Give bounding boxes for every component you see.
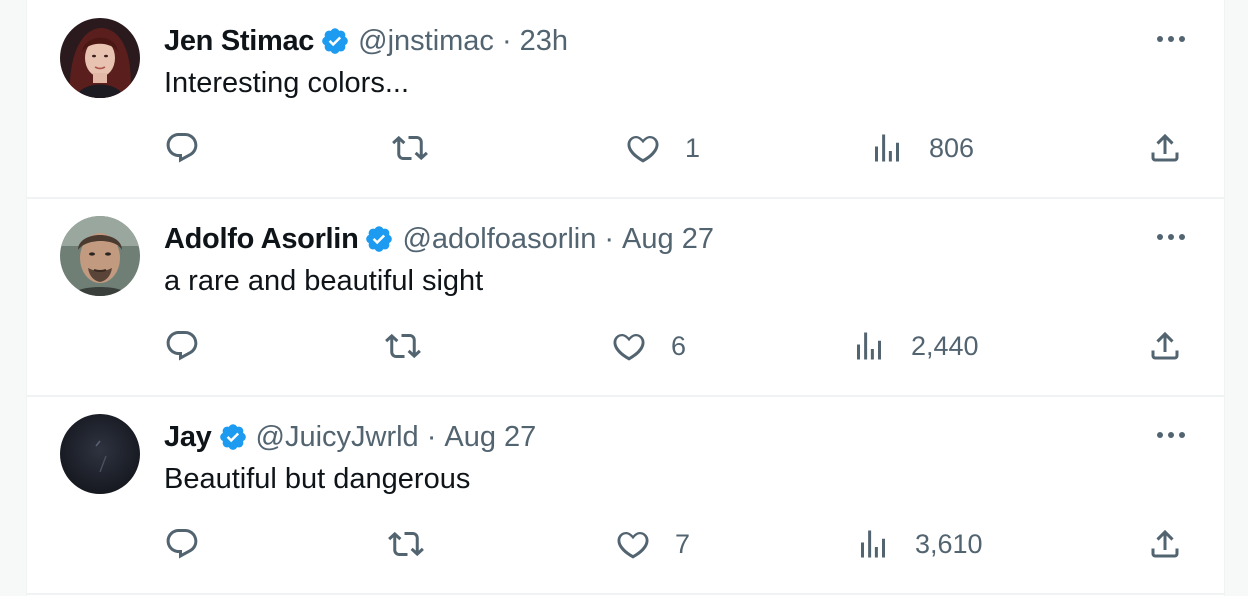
views-button[interactable]: 2,440: [851, 326, 979, 366]
dark-abstract-avatar-image: [60, 414, 140, 494]
tweet-card[interactable]: Adolfo Asorlin @adolfoasorlin · Aug 27 a…: [27, 198, 1224, 397]
tweet-timestamp[interactable]: Aug 27: [444, 421, 536, 454]
author-name[interactable]: Jay: [164, 421, 212, 454]
retweet-icon: [385, 333, 421, 359]
reply-icon: [166, 529, 198, 559]
avatar[interactable]: [60, 18, 140, 98]
share-icon: [1151, 133, 1179, 162]
reply-button[interactable]: [164, 128, 200, 168]
share-button[interactable]: [1147, 524, 1183, 564]
verified-badge-icon: [218, 422, 248, 452]
view-count: 2,440: [911, 330, 979, 361]
like-button[interactable]: 6: [611, 326, 686, 366]
view-count: 3,610: [915, 528, 983, 559]
verified-badge-icon: [320, 26, 350, 56]
share-button[interactable]: [1147, 128, 1183, 168]
author-handle[interactable]: @adolfoasorlin: [402, 223, 596, 256]
retweet-button[interactable]: [392, 128, 428, 168]
heart-icon: [627, 135, 659, 163]
views-chart-icon: [875, 134, 899, 162]
author-name[interactable]: Adolfo Asorlin: [164, 223, 359, 256]
header-separator: ·: [604, 222, 615, 255]
tweet-header: Adolfo Asorlin @adolfoasorlin · Aug 27: [164, 220, 714, 258]
tweet-text: Beautiful but dangerous: [164, 463, 471, 495]
reply-feed: Jen Stimac @jnstimac · 23h Interesting c…: [26, 0, 1225, 596]
views-button[interactable]: 3,610: [855, 524, 983, 564]
share-button[interactable]: [1147, 326, 1183, 366]
tweet-header: Jay @JuicyJwrld · Aug 27: [164, 418, 536, 456]
tweet-timestamp[interactable]: Aug 27: [622, 223, 714, 256]
author-handle[interactable]: @jnstimac: [358, 25, 494, 58]
tweet-card[interactable]: Jen Stimac @jnstimac · 23h Interesting c…: [27, 0, 1224, 199]
avatar[interactable]: [60, 216, 140, 296]
more-dots-icon[interactable]: [1154, 24, 1188, 54]
retweet-icon: [392, 135, 428, 161]
heart-icon: [617, 531, 649, 559]
author-name[interactable]: Jen Stimac: [164, 25, 314, 58]
share-icon: [1151, 331, 1179, 360]
like-button[interactable]: 1: [625, 128, 700, 168]
like-count: 6: [671, 330, 687, 361]
reply-icon: [166, 133, 198, 163]
like-button[interactable]: 7: [615, 524, 690, 564]
woman-portrait-avatar-image: [60, 18, 140, 98]
retweet-button[interactable]: [388, 524, 424, 564]
like-count: 1: [685, 132, 701, 163]
header-separator: ·: [426, 420, 437, 453]
tweet-timestamp[interactable]: 23h: [520, 25, 568, 58]
views-button[interactable]: 806: [869, 128, 974, 168]
verified-badge-icon: [364, 224, 394, 254]
retweet-icon: [388, 531, 424, 557]
author-handle[interactable]: @JuicyJwrld: [256, 421, 419, 454]
views-chart-icon: [861, 530, 885, 558]
man-portrait-avatar-image: [60, 216, 140, 296]
tweet-card[interactable]: Jay @JuicyJwrld · Aug 27 Beautiful but d…: [27, 396, 1224, 595]
tweet-header: Jen Stimac @jnstimac · 23h: [164, 22, 568, 60]
views-chart-icon: [857, 332, 881, 360]
more-dots-icon[interactable]: [1154, 420, 1188, 450]
heart-icon: [613, 333, 645, 361]
avatar[interactable]: [60, 414, 140, 494]
more-dots-icon[interactable]: [1154, 222, 1188, 252]
reply-button[interactable]: [164, 326, 200, 366]
header-separator: ·: [501, 24, 512, 57]
reply-icon: [166, 331, 198, 361]
like-count: 7: [675, 528, 691, 559]
share-icon: [1151, 529, 1179, 558]
reply-button[interactable]: [164, 524, 200, 564]
tweet-text: a rare and beautiful sight: [164, 265, 484, 297]
view-count: 806: [929, 132, 975, 163]
tweet-text: Interesting colors...: [164, 67, 409, 99]
retweet-button[interactable]: [385, 326, 421, 366]
